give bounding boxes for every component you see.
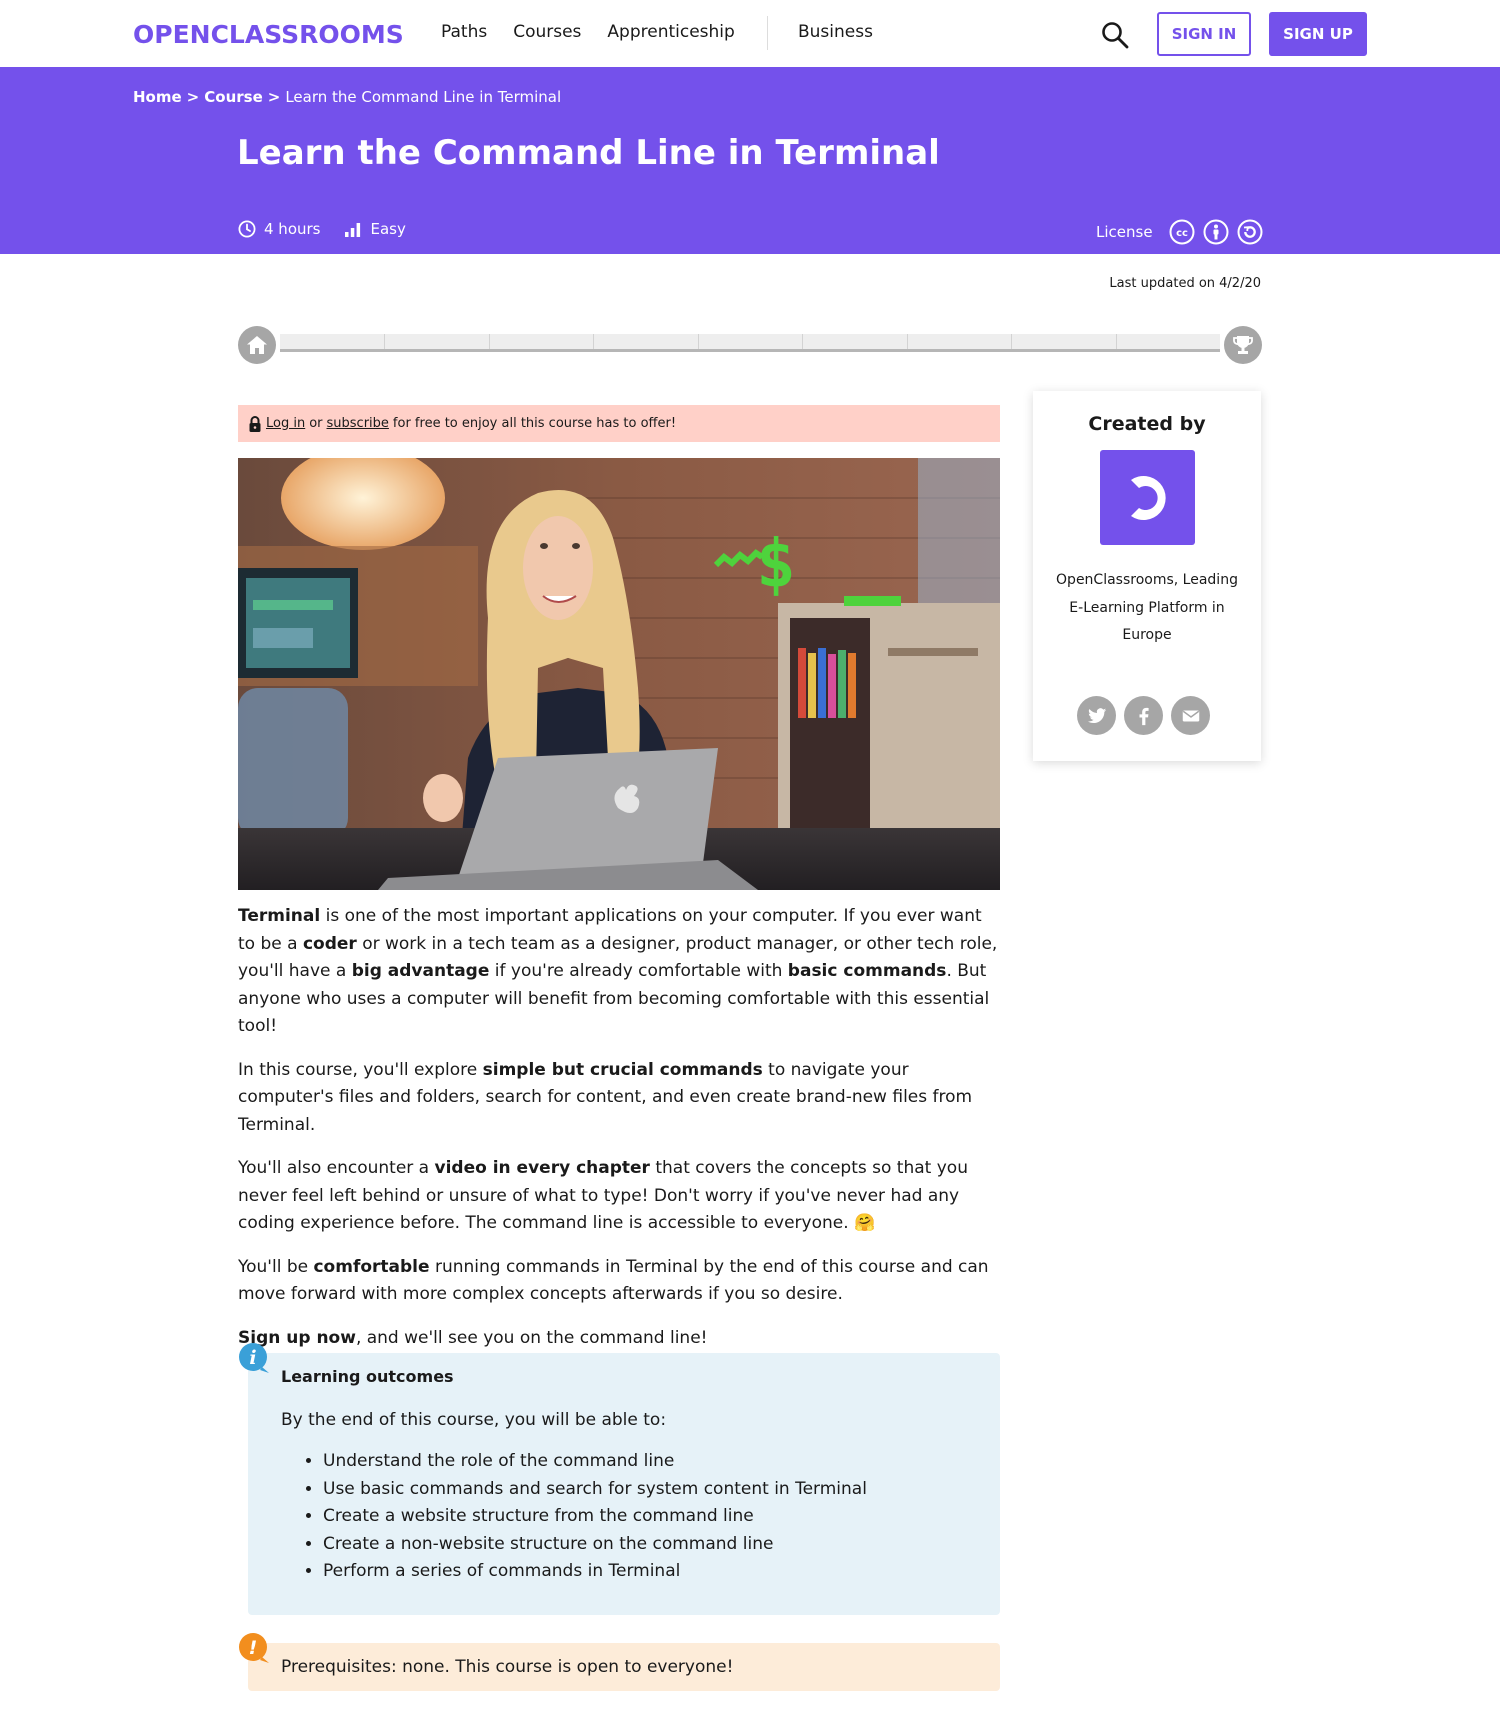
lock-icon bbox=[248, 415, 262, 433]
cc-icon[interactable]: cc bbox=[1169, 219, 1195, 245]
course-duration: 4 hours bbox=[238, 220, 320, 238]
share-alike-icon[interactable] bbox=[1237, 219, 1263, 245]
course-progress-bar bbox=[238, 326, 1262, 364]
login-notice: Log in or subscribe for free to enjoy al… bbox=[238, 405, 1000, 442]
emphasis-text: Terminal bbox=[238, 906, 321, 926]
breadcrumb-separator: > bbox=[186, 88, 200, 106]
subscribe-link[interactable]: subscribe bbox=[327, 416, 389, 431]
course-hero: Home > Course > Learn the Command Line in Te… bbox=[0, 67, 1500, 254]
license: License cc bbox=[1096, 219, 1263, 245]
author-card: Created by OpenClassrooms, Leading E-Lea… bbox=[1033, 391, 1261, 761]
chapter-tick[interactable] bbox=[384, 334, 385, 349]
chapter-tick[interactable] bbox=[1011, 334, 1012, 349]
last-updated: Last updated on 4/2/20 bbox=[1109, 276, 1261, 291]
facebook-icon[interactable] bbox=[1124, 696, 1163, 735]
list-item: Perform a series of commands in Terminal bbox=[323, 1558, 970, 1586]
emphasis-text: big advantage bbox=[351, 961, 490, 981]
course-description: Terminal is one of the most important ap… bbox=[238, 903, 1000, 1368]
top-navigation: OPENCLASSROOMS Paths Courses Apprentices… bbox=[0, 0, 1500, 67]
description-paragraph: You'll also encounter a video in every c… bbox=[238, 1155, 1000, 1238]
course-difficulty: Easy bbox=[344, 220, 406, 238]
emphasis-text: simple but crucial commands bbox=[482, 1059, 763, 1080]
emphasis-text: basic commands bbox=[787, 961, 947, 981]
page-title: Learn the Command Line in Terminal bbox=[237, 133, 940, 173]
svg-text:!: ! bbox=[249, 1637, 258, 1659]
author-heading: Created by bbox=[1088, 413, 1206, 435]
course-meta: 4 hours Easy bbox=[238, 220, 430, 238]
emphasis-text: video in every chapter bbox=[434, 1158, 650, 1178]
login-link[interactable]: Log in bbox=[266, 416, 305, 431]
breadcrumb: Home > Course > Learn the Command Line in Te… bbox=[133, 88, 561, 106]
sign-in-button[interactable]: SIGN IN bbox=[1157, 12, 1251, 56]
description-paragraph: In this course, you'll explore simple bu… bbox=[238, 1057, 1000, 1140]
nav-divider bbox=[767, 16, 768, 50]
emphasis-text: coder bbox=[302, 933, 357, 954]
nav-apprenticeship[interactable]: Apprenticeship bbox=[607, 22, 734, 42]
list-item: Create a website structure from the comm… bbox=[323, 1503, 970, 1531]
notice-or: or bbox=[309, 416, 323, 431]
difficulty-bars-icon bbox=[344, 220, 362, 238]
attribution-icon[interactable] bbox=[1203, 219, 1229, 245]
learning-outcomes-title: Learning outcomes bbox=[281, 1367, 454, 1386]
svg-text:i: i bbox=[249, 1347, 256, 1369]
openclassrooms-logo[interactable]: OPENCLASSROOMS bbox=[133, 20, 404, 49]
body-text: if you're already comfortable with bbox=[489, 961, 788, 981]
search-icon[interactable] bbox=[1100, 20, 1130, 50]
clock-icon bbox=[238, 220, 256, 238]
breadcrumb-separator: > bbox=[267, 88, 281, 106]
progress-track bbox=[280, 334, 1220, 352]
body-text: You'll be bbox=[238, 1256, 314, 1277]
info-icon: i bbox=[238, 1342, 270, 1374]
nav-business[interactable]: Business bbox=[798, 22, 873, 42]
learning-outcomes-list: Understand the role of the command line … bbox=[281, 1448, 970, 1586]
duration-label: 4 hours bbox=[264, 220, 321, 238]
svg-text:$: $ bbox=[756, 525, 796, 602]
body-text: , and we'll see you on the command line! bbox=[355, 1327, 708, 1348]
learning-outcomes-intro: By the end of this course, you will be a… bbox=[281, 1410, 667, 1430]
prerequisites-box: Prerequisites: none. This course is open… bbox=[248, 1643, 1000, 1691]
breadcrumb-current: Learn the Command Line in Terminal bbox=[285, 88, 562, 106]
breadcrumb-home[interactable]: Home bbox=[133, 88, 182, 106]
nav-courses[interactable]: Courses bbox=[513, 22, 581, 42]
chapter-tick[interactable] bbox=[802, 334, 803, 349]
description-paragraph: Sign up now, and we'll see you on the co… bbox=[238, 1325, 1000, 1353]
main-nav: Paths Courses Apprenticeship bbox=[441, 22, 735, 42]
description-paragraph: Terminal is one of the most important ap… bbox=[238, 903, 1000, 1041]
body-text: You'll also encounter a bbox=[238, 1158, 435, 1178]
home-icon[interactable] bbox=[238, 326, 276, 364]
warning-icon: ! bbox=[238, 1632, 270, 1664]
chapter-tick[interactable] bbox=[1116, 334, 1117, 349]
breadcrumb-course[interactable]: Course bbox=[204, 88, 263, 106]
twitter-icon[interactable] bbox=[1077, 696, 1116, 735]
emphasis-text: comfortable bbox=[313, 1256, 430, 1277]
description-paragraph: You'll be comfortable running commands i… bbox=[238, 1254, 1000, 1309]
chapter-tick[interactable] bbox=[489, 334, 490, 349]
license-label[interactable]: License bbox=[1096, 223, 1153, 241]
svg-text:cc: cc bbox=[1176, 228, 1188, 239]
email-icon[interactable] bbox=[1171, 696, 1210, 735]
list-item: Use basic commands and search for system… bbox=[323, 1476, 970, 1504]
nav-paths[interactable]: Paths bbox=[441, 22, 487, 42]
course-intro-video[interactable]: $ bbox=[238, 458, 1000, 890]
chapter-tick[interactable] bbox=[698, 334, 699, 349]
notice-text: for free to enjoy all this course has to… bbox=[392, 416, 677, 431]
author-avatar[interactable] bbox=[1099, 450, 1195, 545]
sign-up-button[interactable]: SIGN UP bbox=[1269, 12, 1367, 56]
chapter-tick[interactable] bbox=[907, 334, 908, 349]
list-item: Understand the role of the command line bbox=[323, 1448, 970, 1476]
learning-outcomes-box: Learning outcomes By the end of this cou… bbox=[248, 1353, 1000, 1615]
chapter-tick[interactable] bbox=[593, 334, 594, 349]
author-name[interactable]: OpenClassrooms, Leading E-Learning Platf… bbox=[1051, 567, 1243, 650]
trophy-icon[interactable] bbox=[1224, 326, 1262, 364]
share-buttons bbox=[1077, 696, 1210, 735]
body-text: In this course, you'll explore bbox=[238, 1059, 483, 1080]
difficulty-label: Easy bbox=[370, 220, 406, 238]
list-item: Create a non-website structure on the co… bbox=[323, 1531, 970, 1559]
